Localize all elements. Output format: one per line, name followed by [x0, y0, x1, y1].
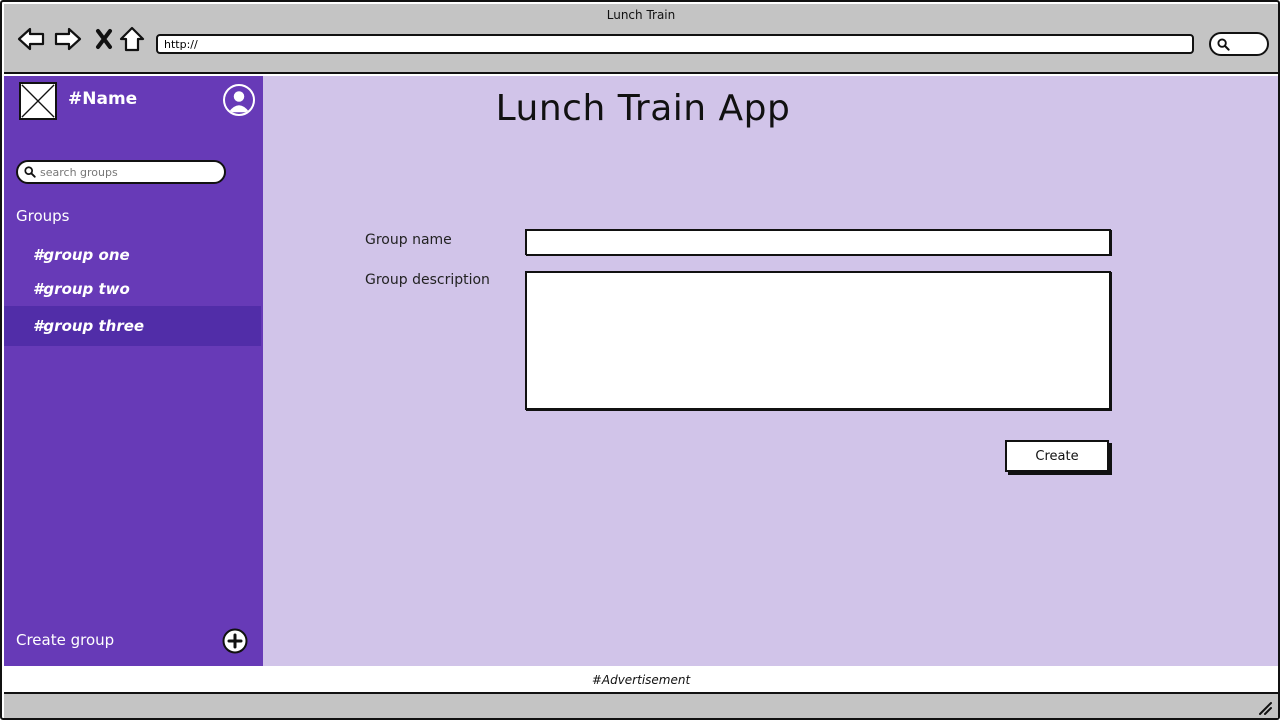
resize-grip-icon[interactable]	[1256, 699, 1272, 715]
status-bar	[4, 692, 1278, 718]
logo-placeholder-image	[19, 82, 57, 120]
close-x-icon[interactable]	[90, 24, 118, 54]
plus-circle-icon[interactable]	[222, 628, 248, 654]
window-title: Lunch Train	[606, 8, 676, 22]
group-name-field[interactable]	[525, 229, 1111, 255]
url-input[interactable]	[164, 38, 1186, 51]
advertisement-banner[interactable]: #Advertisement	[4, 668, 1278, 692]
group-search-input[interactable]	[40, 165, 210, 179]
browser-chrome: Lunch Train	[4, 4, 1278, 74]
create-group-label: Create group	[16, 631, 115, 649]
group-search-field[interactable]	[16, 160, 226, 184]
sidebar-item-group-one[interactable]: #group one	[4, 238, 261, 272]
back-arrow-icon[interactable]	[17, 24, 45, 54]
url-bar[interactable]	[156, 34, 1194, 54]
group-name-label: Group name	[365, 232, 452, 248]
browser-search-field[interactable]	[1209, 32, 1269, 56]
sidebar: #Name Groups #group one #group two #grou…	[4, 76, 263, 666]
home-icon[interactable]	[118, 24, 146, 54]
sidebar-item-group-three[interactable]: #group three	[4, 306, 261, 346]
sidebar-item-group-two[interactable]: #group two	[4, 272, 261, 306]
search-icon	[1217, 38, 1230, 51]
group-name-input[interactable]	[527, 231, 1109, 254]
group-list: #group one #group two #group three	[4, 238, 261, 346]
workspace-name: #Name	[68, 89, 138, 109]
main-content: Lunch Train App Group name Group descrip…	[263, 76, 1278, 666]
browser-window: Lunch Train #Name Gr	[0, 0, 1280, 720]
page-title: Lunch Train App	[495, 88, 791, 129]
user-avatar-icon[interactable]	[223, 84, 255, 116]
groups-heading: Groups	[16, 207, 70, 225]
forward-arrow-icon[interactable]	[54, 24, 82, 54]
search-icon	[24, 166, 36, 178]
group-description-field[interactable]	[525, 271, 1111, 410]
create-group-button[interactable]: Create group	[4, 626, 261, 656]
group-description-label: Group description	[365, 272, 490, 288]
group-description-textarea[interactable]	[527, 273, 1109, 408]
create-button[interactable]: Create	[1005, 440, 1109, 472]
